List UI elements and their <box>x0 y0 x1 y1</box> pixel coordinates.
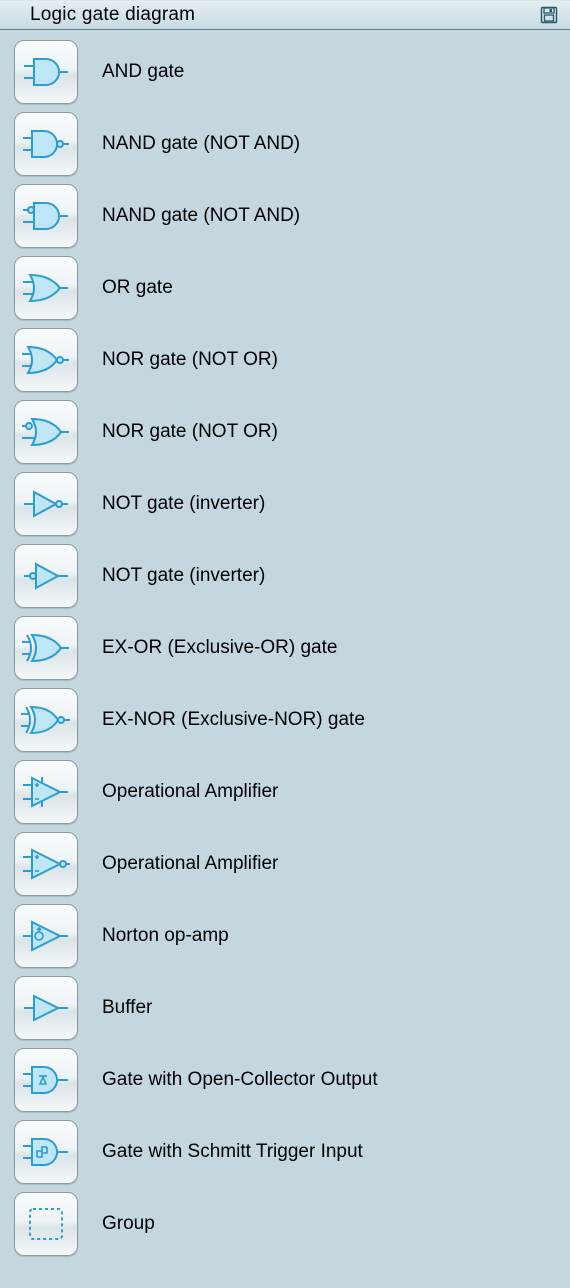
nand-gate-alt-button[interactable] <box>14 184 78 248</box>
group-icon <box>20 1203 72 1245</box>
list-item: Buffer <box>14 972 570 1044</box>
list-item: AND gate <box>14 36 570 108</box>
nand-gate-alt-icon <box>20 195 72 237</box>
list-item: Gate with Schmitt Trigger Input <box>14 1116 570 1188</box>
panel-header: Logic gate diagram <box>0 0 570 30</box>
buffer-icon <box>20 987 72 1029</box>
list-item: Norton op-amp <box>14 900 570 972</box>
buffer-button[interactable] <box>14 976 78 1040</box>
list-item-label: EX-NOR (Exclusive-NOR) gate <box>102 709 365 731</box>
list-item: NOT gate (inverter) <box>14 468 570 540</box>
or-gate-icon <box>20 267 72 309</box>
list-item-label: Operational Amplifier <box>102 853 278 875</box>
list-item: OR gate <box>14 252 570 324</box>
list-item-label: Norton op-amp <box>102 925 229 947</box>
list-item-label: EX-OR (Exclusive-OR) gate <box>102 637 337 659</box>
xnor-gate-icon <box>20 699 72 741</box>
group-button[interactable] <box>14 1192 78 1256</box>
schmitt-trigger-button[interactable] <box>14 1120 78 1184</box>
nor-gate-button[interactable] <box>14 328 78 392</box>
list-item-label: NOR gate (NOT OR) <box>102 421 278 443</box>
and-gate-icon <box>20 51 72 93</box>
schmitt-trigger-icon <box>20 1131 72 1173</box>
list-item-label: Group <box>102 1213 155 1235</box>
list-item: NOR gate (NOT OR) <box>14 396 570 468</box>
open-collector-button[interactable] <box>14 1048 78 1112</box>
not-gate-button[interactable] <box>14 472 78 536</box>
nor-gate-icon <box>20 339 72 381</box>
not-gate-alt-icon <box>20 555 72 597</box>
list-item: NAND gate (NOT AND) <box>14 180 570 252</box>
list-item-label: OR gate <box>102 277 173 299</box>
op-amp-button[interactable] <box>14 760 78 824</box>
save-icon[interactable] <box>540 6 558 24</box>
list-item: NAND gate (NOT AND) <box>14 108 570 180</box>
norton-op-amp-button[interactable] <box>14 904 78 968</box>
list-item-label: Gate with Schmitt Trigger Input <box>102 1141 363 1163</box>
list-item-label: NOR gate (NOT OR) <box>102 349 278 371</box>
nor-gate-alt-icon <box>20 411 72 453</box>
nand-gate-icon <box>20 123 72 165</box>
list-item: EX-OR (Exclusive-OR) gate <box>14 612 570 684</box>
not-gate-alt-button[interactable] <box>14 544 78 608</box>
shape-list: AND gate <box>0 30 570 1266</box>
op-amp-alt-button[interactable] <box>14 832 78 896</box>
logic-gate-panel: Logic gate diagram <box>0 0 570 1266</box>
op-amp-icon <box>20 771 72 813</box>
list-item: Operational Amplifier <box>14 828 570 900</box>
list-item: Group <box>14 1188 570 1260</box>
op-amp-alt-icon <box>20 843 72 885</box>
list-item: Operational Amplifier <box>14 756 570 828</box>
list-item-label: NOT gate (inverter) <box>102 565 265 587</box>
list-item-label: Gate with Open-Collector Output <box>102 1069 378 1091</box>
list-item-label: NAND gate (NOT AND) <box>102 205 300 227</box>
list-item: EX-NOR (Exclusive-NOR) gate <box>14 684 570 756</box>
open-collector-icon <box>20 1059 72 1101</box>
xor-gate-icon <box>20 627 72 669</box>
list-item: Gate with Open-Collector Output <box>14 1044 570 1116</box>
list-item-label: NOT gate (inverter) <box>102 493 265 515</box>
list-item-label: Operational Amplifier <box>102 781 278 803</box>
nand-gate-button[interactable] <box>14 112 78 176</box>
xnor-gate-button[interactable] <box>14 688 78 752</box>
and-gate-button[interactable] <box>14 40 78 104</box>
not-gate-icon <box>20 483 72 525</box>
list-item-label: Buffer <box>102 997 152 1019</box>
or-gate-button[interactable] <box>14 256 78 320</box>
norton-op-amp-icon <box>20 915 72 957</box>
panel-title: Logic gate diagram <box>30 4 195 26</box>
xor-gate-button[interactable] <box>14 616 78 680</box>
list-item: NOR gate (NOT OR) <box>14 324 570 396</box>
list-item-label: NAND gate (NOT AND) <box>102 133 300 155</box>
list-item-label: AND gate <box>102 61 184 83</box>
list-item: NOT gate (inverter) <box>14 540 570 612</box>
nor-gate-alt-button[interactable] <box>14 400 78 464</box>
